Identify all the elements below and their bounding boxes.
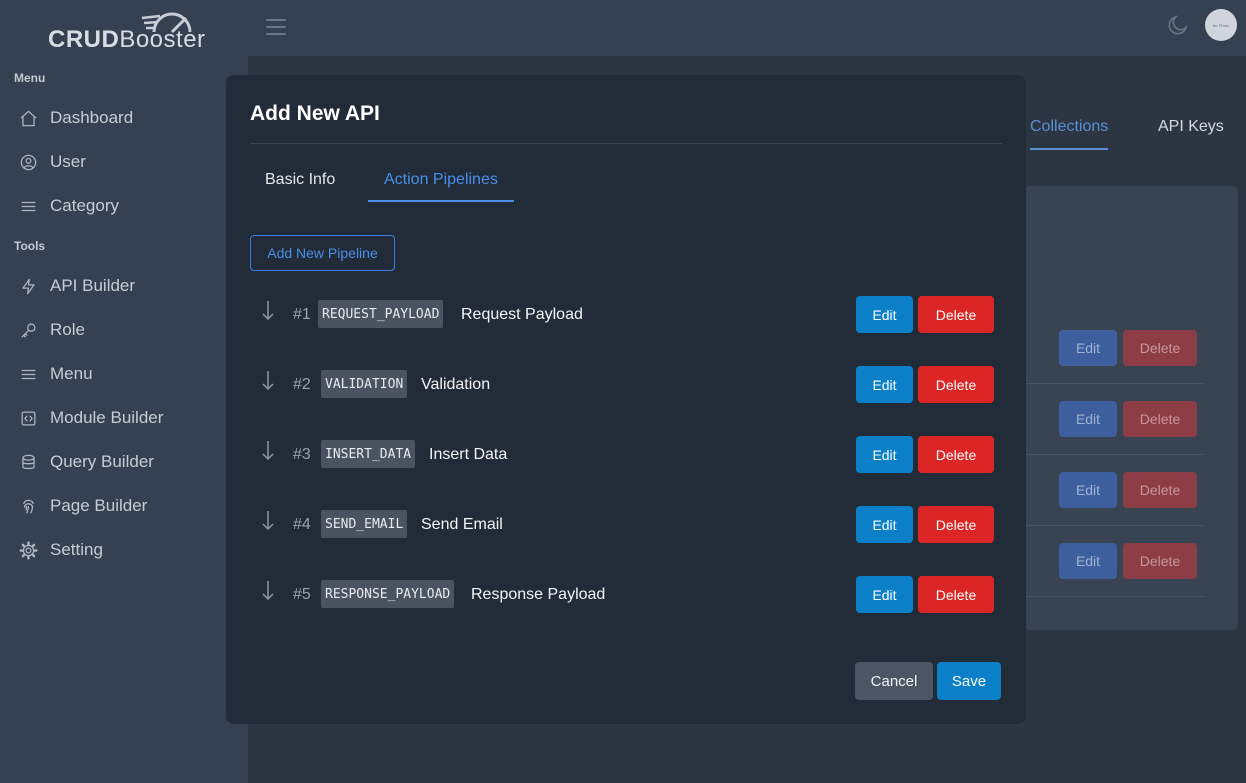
pipeline-name: Response Payload (471, 586, 606, 603)
sidebar: CRUDBooster Menu Dashboard User Category… (0, 0, 248, 783)
sidebar-item-setting[interactable]: Setting (0, 530, 248, 570)
logo-text: CRUDBooster (48, 26, 206, 53)
row-edit-button[interactable]: Edit (1059, 401, 1117, 437)
pipeline-number: #1 (293, 306, 311, 323)
add-api-modal: Add New API Basic Info Action Pipelines … (226, 75, 1026, 724)
sidebar-item-query-builder[interactable]: Query Builder (0, 442, 248, 482)
section-label-menu: Menu (14, 71, 46, 85)
modal-title: Add New API (250, 102, 380, 125)
tab-basic-info[interactable]: Basic Info (249, 171, 351, 202)
sidebar-item-category[interactable]: Category (0, 186, 248, 226)
delete-button[interactable]: Delete (918, 436, 994, 473)
sidebar-item-label: Module Builder (50, 408, 164, 427)
app-logo[interactable]: CRUDBooster (48, 10, 205, 53)
sidebar-item-dashboard[interactable]: Dashboard (0, 98, 248, 138)
sidebar-item-label: Page Builder (50, 496, 148, 515)
drag-handle-icon[interactable] (260, 579, 276, 603)
pipeline-row: #2 VALIDATION Validation Edit Delete (250, 365, 1002, 405)
sidebar-item-label: API Builder (50, 276, 136, 295)
gear-icon (18, 540, 38, 560)
pipeline-name: Validation (421, 376, 491, 393)
pipeline-number: #2 (293, 376, 311, 393)
sidebar-item-label: Dashboard (50, 108, 134, 127)
row-edit-button[interactable]: Edit (1059, 472, 1117, 508)
pipeline-code: SEND_EMAIL (321, 510, 408, 538)
pipeline-number: #3 (293, 446, 311, 463)
row-delete-button[interactable]: Delete (1123, 472, 1197, 508)
delete-button[interactable]: Delete (918, 366, 994, 403)
add-new-pipeline-button[interactable]: Add New Pipeline (250, 235, 395, 271)
fingerprint-icon (18, 496, 38, 516)
avatar[interactable]: No Photo (1205, 9, 1237, 41)
sidebar-item-label: Role (50, 320, 85, 339)
sidebar-item-label: Menu (50, 364, 93, 383)
bolt-icon (18, 276, 38, 296)
home-icon (18, 108, 38, 128)
edit-button[interactable]: Edit (856, 366, 913, 403)
pipeline-row: #5 RESPONSE_PAYLOAD Response Payload Edi… (250, 575, 1002, 615)
pipeline-number: #4 (293, 516, 311, 533)
sidebar-item-label: Query Builder (50, 452, 154, 471)
pipeline-name: Insert Data (429, 446, 508, 463)
row-delete-button[interactable]: Delete (1123, 543, 1197, 579)
delete-button[interactable]: Delete (918, 506, 994, 543)
sidebar-item-label: Category (50, 196, 119, 215)
delete-button[interactable]: Delete (918, 296, 994, 333)
tab-collections[interactable]: Collections (1030, 118, 1109, 150)
moon-icon[interactable] (1166, 13, 1190, 37)
sidebar-item-label: User (50, 152, 86, 171)
top-bar: No Photo (248, 0, 1246, 56)
sidebar-item-label: Setting (50, 540, 103, 559)
pipeline-code: VALIDATION (321, 370, 408, 398)
tab-api-keys[interactable]: API Keys (1158, 118, 1224, 136)
save-button[interactable]: Save (937, 662, 1001, 700)
sidebar-item-api-builder[interactable]: API Builder (0, 266, 248, 306)
avatar-text: No Photo (1212, 22, 1230, 28)
drag-handle-icon[interactable] (260, 369, 276, 393)
edit-button[interactable]: Edit (856, 436, 913, 473)
user-circle-icon (18, 152, 38, 172)
drag-handle-icon[interactable] (260, 439, 276, 463)
pipeline-code: RESPONSE_PAYLOAD (321, 580, 455, 608)
list-icon (18, 364, 38, 384)
pipeline-code: REQUEST_PAYLOAD (318, 300, 444, 328)
row-delete-button[interactable]: Delete (1123, 401, 1197, 437)
pipeline-code: INSERT_DATA (321, 440, 416, 468)
row-delete-button[interactable]: Delete (1123, 330, 1197, 366)
pipeline-name: Send Email (421, 516, 503, 533)
database-icon (18, 452, 38, 472)
pipeline-row: #1 REQUEST_PAYLOAD Request Payload Edit … (250, 295, 1002, 335)
tab-action-pipelines[interactable]: Action Pipelines (368, 171, 514, 202)
edit-button[interactable]: Edit (856, 576, 913, 613)
sidebar-item-user[interactable]: User (0, 142, 248, 182)
code-square-icon (18, 408, 38, 428)
key-icon (18, 320, 38, 340)
pipeline-row: #4 SEND_EMAIL Send Email Edit Delete (250, 505, 1002, 545)
sidebar-item-menu[interactable]: Menu (0, 354, 248, 394)
row-edit-button[interactable]: Edit (1059, 543, 1117, 579)
drag-handle-icon[interactable] (260, 509, 276, 533)
pipeline-number: #5 (293, 586, 311, 603)
edit-button[interactable]: Edit (856, 506, 913, 543)
sidebar-item-role[interactable]: Role (0, 310, 248, 350)
cancel-button[interactable]: Cancel (855, 662, 933, 700)
section-label-tools: Tools (14, 239, 46, 253)
pipeline-name: Request Payload (461, 306, 583, 323)
delete-button[interactable]: Delete (918, 576, 994, 613)
drag-handle-icon[interactable] (260, 299, 276, 323)
sidebar-item-page-builder[interactable]: Page Builder (0, 486, 248, 526)
hamburger-menu-icon[interactable] (264, 16, 288, 38)
list-icon (18, 196, 38, 216)
edit-button[interactable]: Edit (856, 296, 913, 333)
sidebar-item-module-builder[interactable]: Module Builder (0, 398, 248, 438)
pipeline-row: #3 INSERT_DATA Insert Data Edit Delete (250, 435, 1002, 475)
divider (250, 143, 1002, 144)
row-edit-button[interactable]: Edit (1059, 330, 1117, 366)
